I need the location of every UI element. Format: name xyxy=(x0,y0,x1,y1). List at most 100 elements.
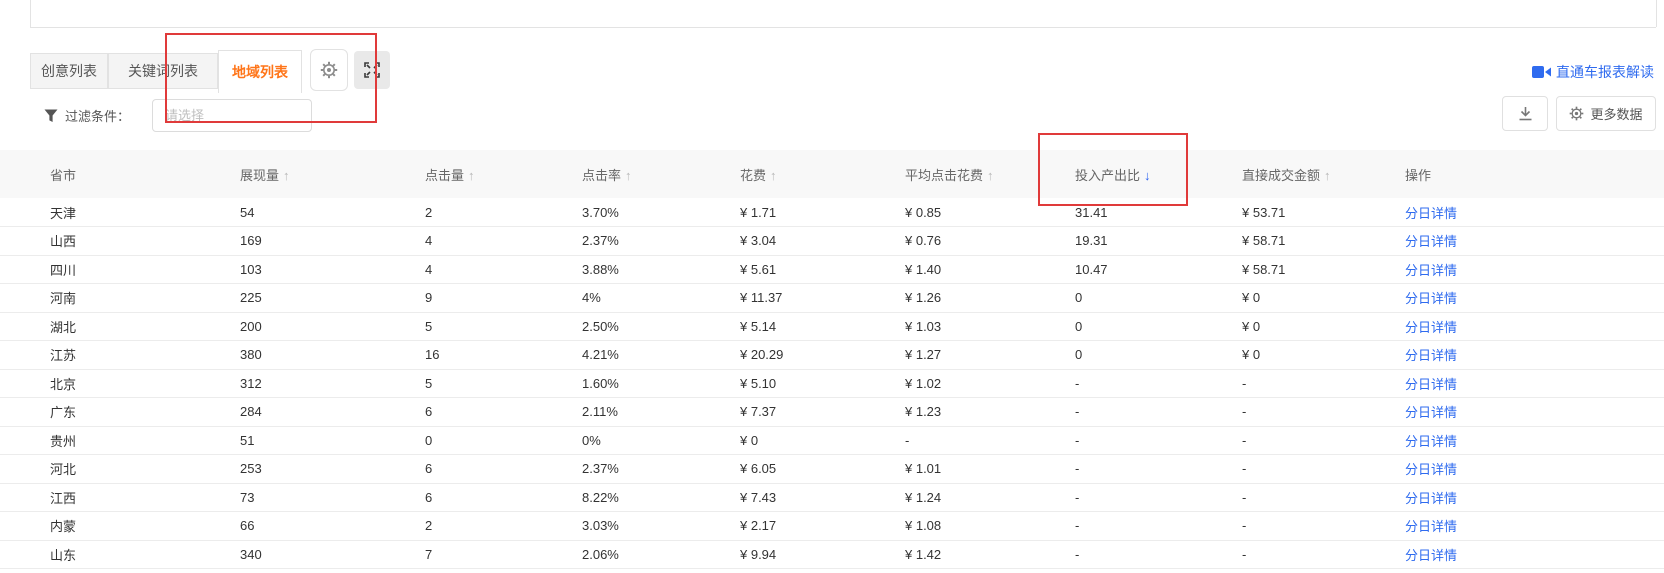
cell-省市: 江西 xyxy=(0,483,240,512)
cell-平均点击花费: ¥ 1.02 xyxy=(905,369,1075,398)
sort-icon[interactable]: ↑ xyxy=(770,168,777,183)
gear-icon xyxy=(320,61,338,79)
cell-点击量: 2 xyxy=(425,512,582,541)
table-row: 湖北20052.50%¥ 5.14¥ 1.030¥ 0分日详情 xyxy=(0,312,1664,341)
filter-select-input[interactable] xyxy=(152,99,312,132)
cell-直接成交金额: - xyxy=(1242,540,1405,569)
cell-投入产出比: 31.41 xyxy=(1075,198,1242,227)
cell-点击率: 2.06% xyxy=(582,540,740,569)
daily-detail-link[interactable]: 分日详情 xyxy=(1405,491,1457,506)
daily-detail-link[interactable]: 分日详情 xyxy=(1405,405,1457,420)
daily-detail-link[interactable]: 分日详情 xyxy=(1405,320,1457,335)
daily-detail-link[interactable]: 分日详情 xyxy=(1405,291,1457,306)
cell-省市: 河北 xyxy=(0,455,240,484)
fullscreen-button[interactable] xyxy=(354,51,390,89)
cell-平均点击花费: ¥ 1.42 xyxy=(905,540,1075,569)
tab-keyword-list[interactable]: 关键词列表 xyxy=(108,53,218,89)
download-button[interactable] xyxy=(1502,96,1548,131)
tab-creative-list[interactable]: 创意列表 xyxy=(30,53,108,89)
cell-点击量: 6 xyxy=(425,398,582,427)
cell-平均点击花费: ¥ 1.40 xyxy=(905,255,1075,284)
cell-平均点击花费: ¥ 1.03 xyxy=(905,312,1075,341)
column-label: 花费 xyxy=(740,168,766,183)
cell-省市: 广东 xyxy=(0,398,240,427)
cell-投入产出比: - xyxy=(1075,483,1242,512)
daily-detail-link[interactable]: 分日详情 xyxy=(1405,206,1457,221)
column-header-8: 操作 xyxy=(1405,150,1664,198)
table-row: 北京31251.60%¥ 5.10¥ 1.02--分日详情 xyxy=(0,369,1664,398)
table-row: 广东28462.11%¥ 7.37¥ 1.23--分日详情 xyxy=(0,398,1664,427)
cell-投入产出比: 10.47 xyxy=(1075,255,1242,284)
table-row: 山东34072.06%¥ 9.94¥ 1.42--分日详情 xyxy=(0,540,1664,569)
daily-detail-link[interactable]: 分日详情 xyxy=(1405,348,1457,363)
table-row: 天津5423.70%¥ 1.71¥ 0.8531.41¥ 53.71分日详情 xyxy=(0,198,1664,227)
cell-actions: 分日详情 xyxy=(1405,455,1664,484)
cell-actions: 分日详情 xyxy=(1405,540,1664,569)
table-header-row: 省市展现量↑点击量↑点击率↑花费↑平均点击花费↑投入产出比↓直接成交金额↑操作 xyxy=(0,150,1664,198)
cell-投入产出比: - xyxy=(1075,398,1242,427)
sort-descending-icon[interactable]: ↓ xyxy=(1144,168,1151,183)
column-header-7[interactable]: 直接成交金额↑ xyxy=(1242,150,1405,198)
cell-省市: 山东 xyxy=(0,540,240,569)
cell-直接成交金额: ¥ 0 xyxy=(1242,312,1405,341)
cell-展现量: 284 xyxy=(240,398,425,427)
cell-投入产出比: 0 xyxy=(1075,312,1242,341)
column-header-2[interactable]: 点击量↑ xyxy=(425,150,582,198)
cell-actions: 分日详情 xyxy=(1405,227,1664,256)
column-header-5[interactable]: 平均点击花费↑ xyxy=(905,150,1075,198)
daily-detail-link[interactable]: 分日详情 xyxy=(1405,434,1457,449)
daily-detail-link[interactable]: 分日详情 xyxy=(1405,377,1457,392)
cell-展现量: 51 xyxy=(240,426,425,455)
cell-省市: 贵州 xyxy=(0,426,240,455)
sort-icon[interactable]: ↑ xyxy=(283,168,290,183)
more-data-button[interactable]: 更多数据 xyxy=(1556,96,1656,131)
table-row: 江苏380164.21%¥ 20.29¥ 1.270¥ 0分日详情 xyxy=(0,341,1664,370)
column-header-4[interactable]: 花费 ↑ xyxy=(740,150,905,198)
sort-icon[interactable]: ↑ xyxy=(987,168,994,183)
cell-投入产出比: - xyxy=(1075,455,1242,484)
top-panel-left-border xyxy=(30,0,31,27)
sort-icon[interactable]: ↑ xyxy=(1324,168,1331,183)
cell-点击量: 5 xyxy=(425,369,582,398)
daily-detail-link[interactable]: 分日详情 xyxy=(1405,263,1457,278)
column-header-3[interactable]: 点击率 ↑ xyxy=(582,150,740,198)
cell-点击率: 4.21% xyxy=(582,341,740,370)
sort-icon[interactable]: ↑ xyxy=(625,168,632,183)
cell-平均点击花费: ¥ 1.01 xyxy=(905,455,1075,484)
cell-直接成交金额: - xyxy=(1242,483,1405,512)
cell-省市: 河南 xyxy=(0,284,240,313)
column-label: 点击率 xyxy=(582,168,621,183)
cell-花费: ¥ 7.37 xyxy=(740,398,905,427)
column-header-1[interactable]: 展现量 ↑ xyxy=(240,150,425,198)
filter-label: 过滤条件： xyxy=(44,106,130,125)
sort-icon[interactable]: ↑ xyxy=(468,168,475,183)
cell-省市: 山西 xyxy=(0,227,240,256)
cell-平均点击花费: ¥ 1.24 xyxy=(905,483,1075,512)
cell-展现量: 66 xyxy=(240,512,425,541)
column-header-6[interactable]: 投入产出比↓ xyxy=(1075,150,1242,198)
cell-投入产出比: - xyxy=(1075,426,1242,455)
cell-花费: ¥ 5.14 xyxy=(740,312,905,341)
column-header-0: 省市 xyxy=(0,150,240,198)
video-icon xyxy=(1532,65,1551,79)
cell-投入产出比: - xyxy=(1075,540,1242,569)
cell-actions: 分日详情 xyxy=(1405,284,1664,313)
cell-投入产出比: - xyxy=(1075,512,1242,541)
daily-detail-link[interactable]: 分日详情 xyxy=(1405,462,1457,477)
daily-detail-link[interactable]: 分日详情 xyxy=(1405,519,1457,534)
cell-花费: ¥ 11.37 xyxy=(740,284,905,313)
report-guide-link[interactable]: 直通车报表解读 xyxy=(1532,62,1654,82)
column-label: 展现量 xyxy=(240,168,279,183)
cell-actions: 分日详情 xyxy=(1405,198,1664,227)
cell-省市: 内蒙 xyxy=(0,512,240,541)
cell-投入产出比: 0 xyxy=(1075,341,1242,370)
cell-省市: 天津 xyxy=(0,198,240,227)
cell-花费: ¥ 7.43 xyxy=(740,483,905,512)
tab-region-list[interactable]: 地域列表 xyxy=(218,50,302,93)
cell-投入产出比: 0 xyxy=(1075,284,1242,313)
column-settings-button[interactable] xyxy=(310,49,348,91)
cell-直接成交金额: ¥ 0 xyxy=(1242,284,1405,313)
daily-detail-link[interactable]: 分日详情 xyxy=(1405,548,1457,563)
cell-点击率: 4% xyxy=(582,284,740,313)
daily-detail-link[interactable]: 分日详情 xyxy=(1405,234,1457,249)
